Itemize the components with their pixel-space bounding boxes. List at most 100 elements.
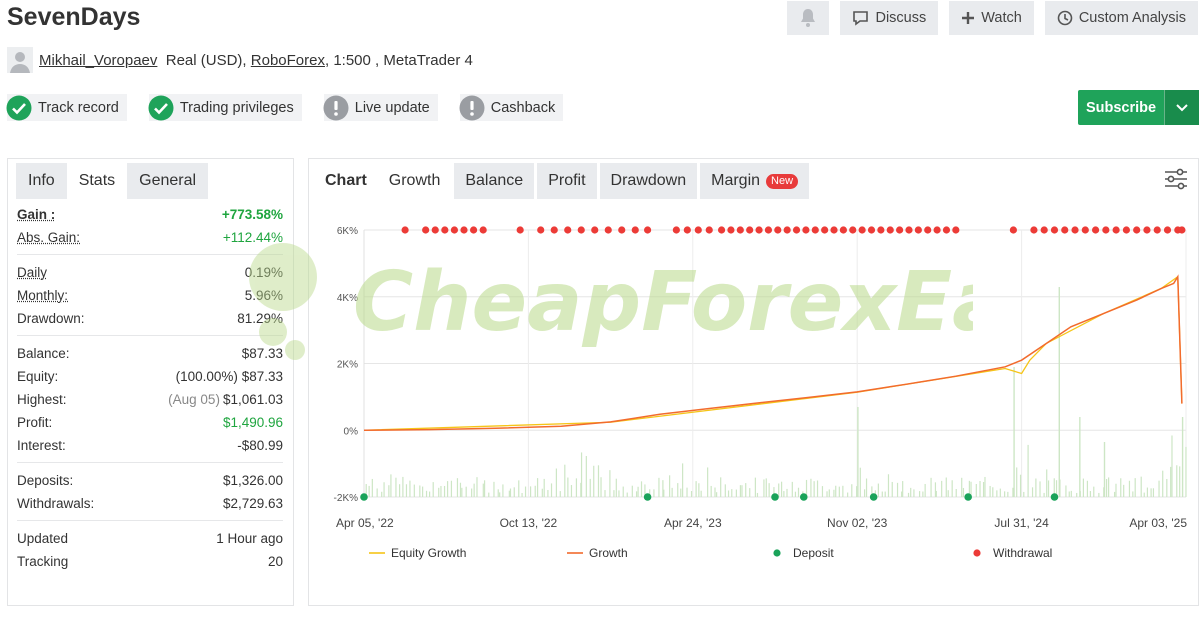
volume-bar — [432, 482, 434, 497]
volume-bar — [859, 467, 861, 497]
volume-bar — [1150, 488, 1152, 497]
deposit-point — [360, 493, 368, 501]
volume-bar — [794, 491, 797, 497]
volume-bar — [1043, 492, 1045, 497]
withdrawal-point — [470, 226, 478, 234]
volume-bar — [402, 476, 404, 497]
stat-label[interactable]: Gain : — [17, 207, 55, 222]
withdrawal-point — [1102, 226, 1110, 234]
tab-drawdown[interactable]: Drawdown — [599, 163, 698, 199]
volume-bar — [962, 487, 965, 497]
volume-bar — [461, 487, 463, 497]
stat-label[interactable]: Monthly: — [17, 288, 68, 303]
stat-highest: Highest: (Aug 05) $1,061.03 — [17, 388, 283, 411]
volume-bar — [756, 492, 759, 497]
divider — [17, 462, 283, 463]
chart-settings-icon[interactable] — [1164, 168, 1188, 190]
tab-margin[interactable]: Margin New — [700, 163, 810, 199]
withdrawal-point — [450, 226, 459, 234]
volume-bar — [381, 491, 383, 497]
tab-info[interactable]: Info — [16, 163, 67, 199]
volume-bar — [376, 488, 378, 497]
broker-link[interactable]: RoboForex — [251, 52, 325, 69]
watch-label: Watch — [981, 10, 1022, 26]
volume-bar — [1023, 491, 1025, 497]
volume-bar — [910, 487, 912, 497]
volume-bar — [488, 492, 490, 497]
withdrawal-point — [683, 226, 691, 234]
withdrawal-point — [942, 226, 951, 234]
withdrawal-point — [431, 226, 439, 234]
volume-bar — [564, 464, 566, 497]
withdrawal-point — [839, 226, 847, 234]
volume-bar — [797, 487, 800, 497]
tab-growth[interactable]: Growth — [377, 163, 452, 199]
volume-bar — [550, 483, 553, 497]
volume-bar — [710, 485, 712, 497]
tab-general[interactable]: General — [127, 163, 209, 199]
volume-bar — [1143, 492, 1145, 497]
badge-live-update[interactable]: Live update — [323, 94, 438, 121]
notify-bell-button[interactable] — [787, 1, 830, 35]
owner-link[interactable]: Mikhail_Voropaev — [39, 52, 157, 69]
volume-bar — [700, 490, 702, 497]
badge-label: Track record — [38, 99, 119, 116]
volume-bar — [739, 485, 742, 497]
volume-bar — [945, 477, 947, 497]
volume-bar — [735, 489, 737, 497]
withdrawal-point — [802, 226, 810, 234]
tab-balance[interactable]: Balance — [454, 163, 535, 199]
stat-monthly: Monthly: 5.96% — [17, 284, 283, 307]
subscribe-button[interactable]: Subscribe — [1078, 90, 1199, 125]
stat-label[interactable]: Abs. Gain: — [17, 230, 80, 245]
withdrawal-point — [736, 226, 744, 234]
volume-bar — [918, 491, 921, 497]
volume-bar — [618, 490, 620, 497]
badge-label: Cashback — [490, 99, 556, 116]
volume-bar — [1068, 491, 1070, 497]
volume-bar — [727, 490, 730, 497]
volume-bar — [443, 485, 446, 497]
volume-bar — [741, 485, 743, 497]
tab-profit[interactable]: Profit — [537, 163, 597, 199]
stat-value: +112.44% — [222, 230, 283, 245]
stat-label[interactable]: Daily — [17, 265, 47, 280]
withdrawal-point — [1050, 226, 1059, 234]
stat-drawdown: Drawdown: 81.29% — [17, 307, 283, 330]
volume-bar — [955, 489, 957, 497]
volume-bar — [682, 463, 684, 497]
stats-list: Gain : +773.58% Abs. Gain: +112.44% Dail… — [8, 199, 293, 573]
badge-trading-privileges[interactable]: Trading privileges — [148, 94, 302, 121]
volume-bar — [749, 488, 751, 497]
withdrawal-point — [746, 226, 754, 234]
plus-icon — [962, 12, 975, 24]
volume-bar — [1076, 492, 1078, 497]
volume-bar — [695, 481, 697, 497]
discuss-button[interactable]: Discuss — [840, 1, 939, 35]
withdrawal-point — [705, 226, 713, 234]
volume-bar — [690, 491, 693, 497]
tab-stats[interactable]: Stats — [66, 163, 128, 199]
volume-bar — [975, 484, 977, 497]
avatar — [7, 47, 33, 73]
stat-value: 20 — [267, 554, 283, 569]
volume-bar — [440, 485, 442, 497]
tab-chart[interactable]: Chart — [315, 163, 378, 199]
volume-bar — [637, 486, 639, 497]
volume-bar — [482, 483, 484, 497]
withdrawal-point — [516, 226, 524, 234]
badge-cashback[interactable]: Cashback — [459, 94, 564, 121]
volume-bar — [459, 482, 462, 497]
stat-updated: Updated 1 Hour ago — [17, 527, 283, 550]
watch-button[interactable]: Watch — [949, 1, 1034, 35]
x-tick-label: Oct 13, '22 — [500, 516, 558, 530]
withdrawal-point — [830, 226, 838, 234]
custom-analysis-button[interactable]: Custom Analysis — [1044, 1, 1198, 35]
subscribe-dropdown-toggle[interactable] — [1164, 90, 1199, 125]
badge-track-record[interactable]: Track record — [6, 94, 127, 121]
volume-bar — [947, 490, 949, 497]
y-tick-label: 6K% — [337, 226, 358, 237]
y-tick-label: 2K% — [337, 360, 358, 371]
withdrawal-point — [849, 226, 857, 234]
chart-tabs: Chart Growth Balance Profit Drawdown Mar… — [309, 159, 1198, 199]
